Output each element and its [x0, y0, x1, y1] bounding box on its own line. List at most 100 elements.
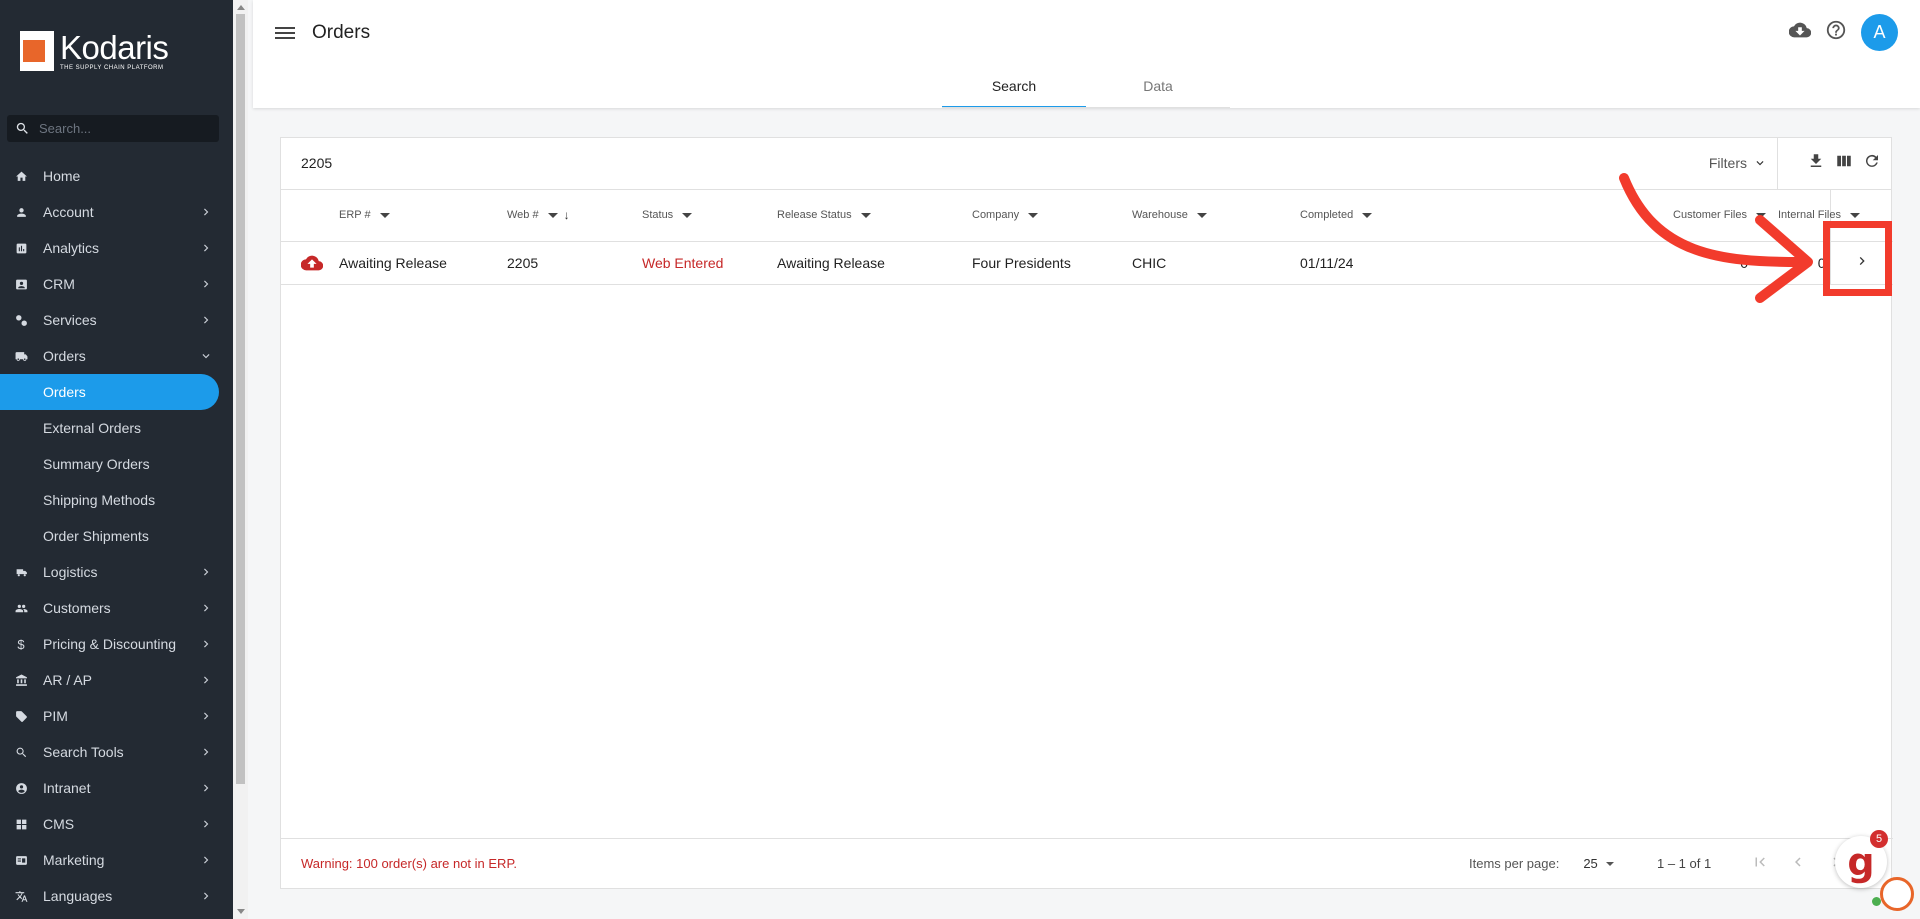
column-header-status[interactable]: Status [642, 190, 777, 241]
caret-down-icon[interactable] [1362, 212, 1373, 218]
cell-warehouse: CHIC [1132, 254, 1167, 271]
sidebar-item-languages[interactable]: Languages [0, 878, 233, 914]
chat-icon[interactable] [1880, 877, 1914, 911]
chevron-right-icon [199, 277, 213, 291]
sidebar-item-ar-ap[interactable]: AR / AP [0, 662, 233, 698]
chevron-right-icon [199, 889, 213, 903]
main-area: Orders A Search Data 2205 Filters ERP # … [248, 0, 1920, 919]
caret-down-icon[interactable] [682, 212, 693, 218]
sidebar-item-label: Pricing & Discounting [43, 636, 177, 652]
sidebar-item-label: Marketing [43, 852, 105, 868]
chevron-right-icon [199, 709, 213, 723]
caret-down-icon[interactable] [547, 212, 558, 218]
sidebar-item-analytics[interactable]: Analytics [0, 230, 233, 266]
sidebar-item-label: External Orders [43, 420, 142, 436]
notification-count-badge: 5 [1870, 830, 1888, 848]
filters-label: Filters [1708, 155, 1747, 171]
chevron-right-icon [199, 853, 213, 867]
kodaris-logo[interactable]: Kodaris THE SUPPLY CHAIN PLATFORM [14, 30, 169, 72]
first-page-icon[interactable] [1751, 853, 1769, 871]
caret-down-icon[interactable] [379, 212, 390, 218]
sidebar-item-services[interactable]: Services [0, 302, 233, 338]
sidebar-search [7, 115, 219, 142]
scrollbar-thumb[interactable] [236, 14, 245, 784]
tab-bar: Search Data [942, 72, 1230, 108]
sidebar-item-pim[interactable]: PIM [0, 698, 233, 734]
dollar-icon: $ [17, 636, 25, 652]
help-widget-letter: g [1847, 840, 1875, 884]
sidebar-item-search-tools[interactable]: Search Tools [0, 734, 233, 770]
sidebar-subitem-shipping-methods[interactable]: Shipping Methods [0, 482, 233, 518]
sidebar-subitem-order-shipments[interactable]: Order Shipments [0, 518, 233, 554]
analytics-icon [14, 241, 28, 255]
sidebar-item-label: Orders [43, 348, 86, 364]
chevron-down-icon [1756, 161, 1764, 166]
sidebar-item-logistics[interactable]: Logistics [0, 554, 233, 590]
sidebar-item-label: CRM [43, 276, 75, 292]
table-footer: Warning: 100 order(s) are not in ERP. It… [281, 838, 1893, 888]
sidebar-subitem-external-orders[interactable]: External Orders [0, 410, 233, 446]
sidebar-item-label: Order Shipments [43, 528, 149, 544]
tag-icon [14, 709, 28, 723]
items-per-page-select[interactable]: 25 [1583, 856, 1614, 871]
previous-page-icon[interactable] [1789, 853, 1807, 871]
tab-search[interactable]: Search [942, 72, 1086, 108]
column-header-release-status[interactable]: Release Status [777, 190, 972, 241]
column-header-warehouse[interactable]: Warehouse [1132, 190, 1300, 241]
search-query-field[interactable]: 2205 [301, 155, 332, 171]
sidebar-item-intranet[interactable]: Intranet [0, 770, 233, 806]
sidebar-scrollbar[interactable] [233, 0, 248, 919]
tab-divider [942, 107, 1230, 108]
caret-down-icon[interactable] [1196, 212, 1207, 218]
column-header-company[interactable]: Company [972, 190, 1132, 241]
page-range: 1 – 1 of 1 [1657, 856, 1712, 871]
sidebar-subitem-orders[interactable]: Orders [0, 374, 219, 410]
chevron-right-icon [199, 745, 213, 759]
download-icon[interactable] [1807, 152, 1825, 170]
chevron-right-icon [199, 637, 213, 651]
column-header-erp[interactable]: ERP # [339, 190, 507, 241]
sidebar-item-home[interactable]: Home [0, 158, 233, 194]
chevron-right-icon [199, 241, 213, 255]
tab-data[interactable]: Data [1086, 72, 1230, 108]
caret-down-icon[interactable] [1028, 212, 1039, 218]
column-header-web[interactable]: Web # ↓ [507, 190, 642, 241]
sidebar-item-customers[interactable]: Customers [0, 590, 233, 626]
cell-web: 2205 [507, 254, 539, 271]
scroll-down-arrow-icon[interactable] [237, 909, 245, 914]
cloud-upload-icon[interactable] [300, 253, 324, 270]
sidebar-item-label: AR / AP [43, 672, 93, 688]
items-per-page-label: Items per page: [1469, 856, 1560, 871]
columns-icon[interactable] [1835, 152, 1853, 170]
sidebar-item-orders[interactable]: Orders [0, 338, 233, 374]
sidebar-item-crm[interactable]: CRM [0, 266, 233, 302]
chevron-right-icon [199, 565, 213, 579]
cell-status: Web Entered [642, 254, 724, 271]
cell-erp: Awaiting Release [339, 254, 447, 271]
user-avatar[interactable]: A [1861, 14, 1898, 51]
sort-desc-icon[interactable]: ↓ [564, 208, 570, 222]
sidebar-item-pricing-discounting[interactable]: $ Pricing & Discounting [0, 626, 233, 662]
sidebar-item-marketing[interactable]: Marketing [0, 842, 233, 878]
column-header-icon [281, 190, 339, 241]
sidebar-item-cms[interactable]: CMS [0, 806, 233, 842]
intranet-icon [14, 781, 28, 795]
sidebar-search-input[interactable] [39, 121, 209, 136]
column-header-completed[interactable]: Completed [1300, 190, 1450, 241]
person-icon [14, 205, 28, 219]
sidebar-subitem-summary-orders[interactable]: Summary Orders [0, 446, 233, 482]
logo-mark-icon [14, 31, 54, 71]
menu-icon[interactable] [275, 24, 295, 44]
caret-down-icon[interactable] [860, 212, 871, 218]
cell-company: Four Presidents [972, 254, 1071, 271]
sidebar-item-account[interactable]: Account [0, 194, 233, 230]
refresh-icon[interactable] [1863, 152, 1881, 170]
filters-button[interactable]: Filters [1709, 155, 1767, 171]
scroll-up-arrow-icon[interactable] [237, 5, 245, 10]
marketing-icon [14, 853, 28, 867]
page-title: Orders [312, 22, 371, 43]
help-icon[interactable] [1825, 19, 1847, 46]
cloud-download-icon[interactable] [1788, 19, 1812, 46]
caret-down-icon[interactable] [1849, 212, 1860, 218]
cell-completed: 01/11/24 [1300, 254, 1354, 271]
